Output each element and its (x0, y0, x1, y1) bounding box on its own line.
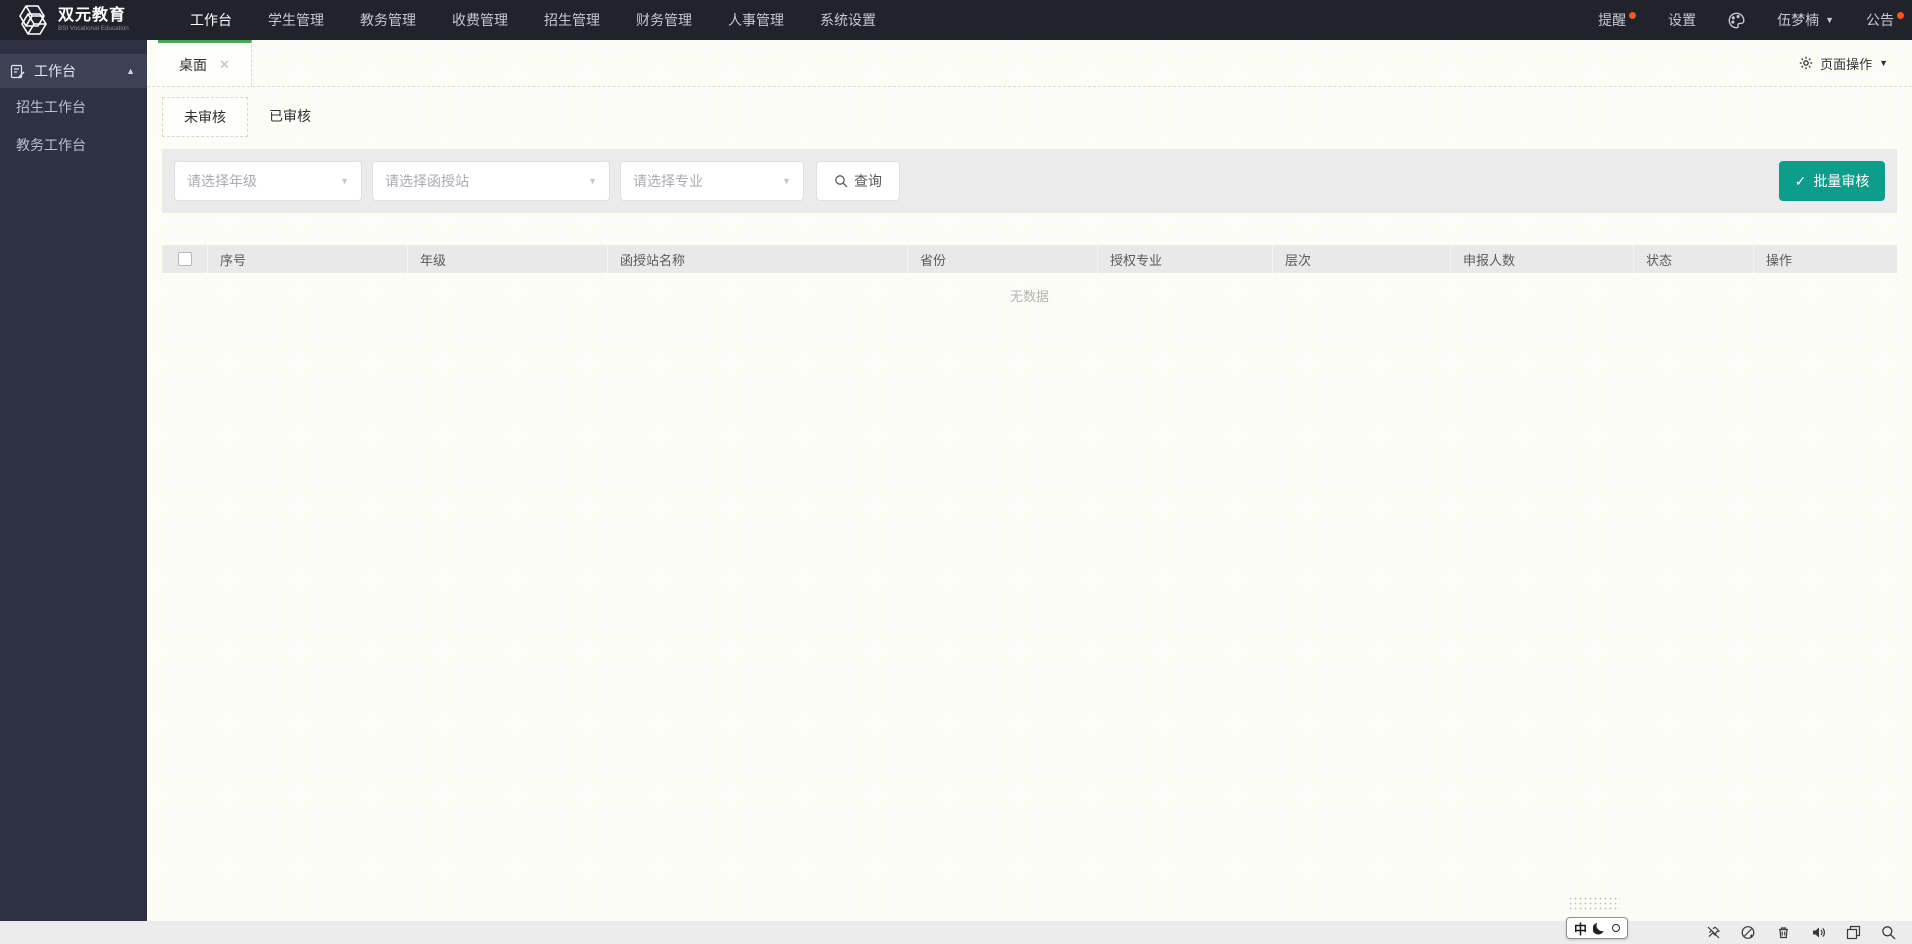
sidebar-group-workbench[interactable]: 工作台 ▲ (0, 54, 147, 88)
station-select-placeholder: 请选择函授站 (385, 173, 469, 189)
menu-item-hr[interactable]: 人事管理 (710, 0, 802, 40)
workbench-icon (10, 64, 25, 79)
station-select[interactable]: 请选择函授站 ▼ (372, 161, 610, 201)
ime-drag-dots (1568, 896, 1620, 912)
select-all-cell (162, 245, 208, 273)
tab-desktop-label: 桌面 (179, 56, 208, 73)
col-header-major: 授权专业 (1098, 245, 1273, 273)
col-header-applicants: 申报人数 (1451, 245, 1634, 273)
logo-subtitle: BSI Vocational Education (58, 25, 129, 32)
page-actions-label: 页面操作 (1820, 56, 1873, 72)
sidebar-group-label: 工作台 (34, 63, 76, 79)
app-logo: 双元教育 BSI Vocational Education (0, 3, 148, 37)
tab-strip: 桌面 ✕ 页面操作 ▼ (147, 40, 1912, 87)
logo-cube-icon (14, 3, 50, 37)
chevron-down-icon: ▼ (1825, 15, 1834, 25)
tab-desktop[interactable]: 桌面 ✕ (158, 40, 252, 86)
review-table: 序号 年级 函授站名称 省份 授权专业 层次 申报人数 状态 操作 无数据 (162, 245, 1897, 318)
menu-item-workbench[interactable]: 工作台 (172, 0, 250, 40)
menu-item-finance[interactable]: 财务管理 (618, 0, 710, 40)
col-header-grade: 年级 (408, 245, 608, 273)
search-icon (834, 174, 848, 188)
menu-item-academic[interactable]: 教务管理 (342, 0, 434, 40)
notice-label: 公告 (1866, 12, 1894, 28)
content-area: 桌面 ✕ 页面操作 ▼ 未审核 已审核 请选择年级 ▼ 请选择函授站 ▼ 请选择… (147, 40, 1912, 921)
grade-select-placeholder: 请选择年级 (187, 173, 257, 189)
notice-link[interactable]: 公告 (1866, 10, 1904, 30)
compose-icon[interactable] (1741, 925, 1756, 940)
notice-badge-dot (1897, 12, 1904, 19)
trash-icon[interactable] (1776, 925, 1791, 940)
search-icon[interactable] (1881, 925, 1896, 940)
ime-indicator[interactable]: 中 (1565, 917, 1628, 939)
main-menu: 工作台 学生管理 教务管理 收费管理 招生管理 财务管理 人事管理 系统设置 (172, 0, 894, 40)
col-header-actions: 操作 (1766, 252, 1793, 268)
menu-item-enrollment[interactable]: 招生管理 (526, 0, 618, 40)
col-header-province: 省份 (908, 245, 1098, 273)
col-header-level: 层次 (1273, 245, 1451, 273)
logo-title: 双元教育 (58, 7, 127, 25)
remind-label: 提醒 (1598, 12, 1627, 28)
user-menu[interactable]: 伍梦楠 ▼ (1777, 10, 1834, 30)
remind-badge-dot (1629, 12, 1637, 19)
filter-bar: 请选择年级 ▼ 请选择函授站 ▼ 请选择专业 ▼ 查询 ✓ 批量审核 (162, 149, 1897, 213)
chevron-up-icon: ▲ (126, 66, 135, 76)
batch-review-label: 批量审核 (1813, 173, 1870, 189)
sidebar-item-academic-workbench[interactable]: 教务工作台 (0, 126, 147, 164)
menu-item-fees[interactable]: 收费管理 (434, 0, 526, 40)
major-select[interactable]: 请选择专业 ▼ (620, 161, 804, 201)
review-subtabs: 未审核 已审核 (162, 97, 1897, 137)
remind-link[interactable]: 提醒 (1598, 10, 1637, 30)
select-all-checkbox[interactable] (177, 252, 192, 266)
review-panel: 未审核 已审核 请选择年级 ▼ 请选择函授站 ▼ 请选择专业 ▼ 查询 ✓ 批量… (147, 87, 1912, 921)
batch-review-button[interactable]: ✓ 批量审核 (1779, 161, 1885, 201)
menu-item-settings[interactable]: 系统设置 (802, 0, 894, 40)
empty-table-message: 无数据 (1009, 289, 1049, 304)
col-header-index: 序号 (208, 245, 408, 273)
sidebar: 工作台 ▲ 招生工作台 教务工作台 (0, 40, 147, 921)
tab-reviewed[interactable]: 已审核 (248, 97, 332, 137)
major-select-placeholder: 请选择专业 (633, 173, 703, 189)
grade-select[interactable]: 请选择年级 ▼ (174, 161, 362, 201)
close-icon[interactable]: ✕ (219, 57, 230, 73)
username: 伍梦楠 (1777, 12, 1820, 28)
speaker-icon[interactable] (1811, 925, 1826, 940)
chevron-down-icon: ▼ (588, 176, 597, 186)
table-header-row: 序号 年级 函授站名称 省份 授权专业 层次 申报人数 状态 操作 (162, 245, 1897, 273)
sidebar-item-enroll-workbench[interactable]: 招生工作台 (0, 88, 147, 126)
top-navbar: 双元教育 BSI Vocational Education 工作台 学生管理 教… (0, 0, 1912, 40)
chevron-down-icon: ▼ (340, 176, 349, 186)
moon-icon (1593, 922, 1606, 935)
circle-icon (1612, 924, 1620, 932)
tab-unreviewed[interactable]: 未审核 (162, 97, 248, 137)
search-button-label: 查询 (854, 173, 882, 189)
chevron-down-icon: ▼ (1879, 58, 1888, 68)
gear-icon (1799, 56, 1813, 70)
theme-palette-icon[interactable] (1728, 12, 1745, 29)
check-icon: ✓ (1794, 172, 1807, 189)
windows-icon[interactable] (1846, 925, 1861, 940)
search-button[interactable]: 查询 (816, 161, 900, 201)
settings-link[interactable]: 设置 (1668, 10, 1696, 30)
main-layout: 工作台 ▲ 招生工作台 教务工作台 桌面 ✕ 页面操作 ▼ 未审核 已审核 请选… (0, 40, 1912, 921)
col-header-station: 函授站名称 (608, 245, 908, 273)
menu-item-students[interactable]: 学生管理 (250, 0, 342, 40)
chevron-down-icon: ▼ (782, 176, 791, 186)
col-header-status: 状态 (1634, 245, 1754, 273)
navbar-right: 提醒 设置 伍梦楠 ▼ 公告 (1598, 10, 1912, 30)
ime-lang-label: 中 (1573, 921, 1587, 937)
pin-icon[interactable] (1706, 925, 1721, 940)
page-actions-button[interactable]: 页面操作 ▼ (1799, 40, 1912, 86)
